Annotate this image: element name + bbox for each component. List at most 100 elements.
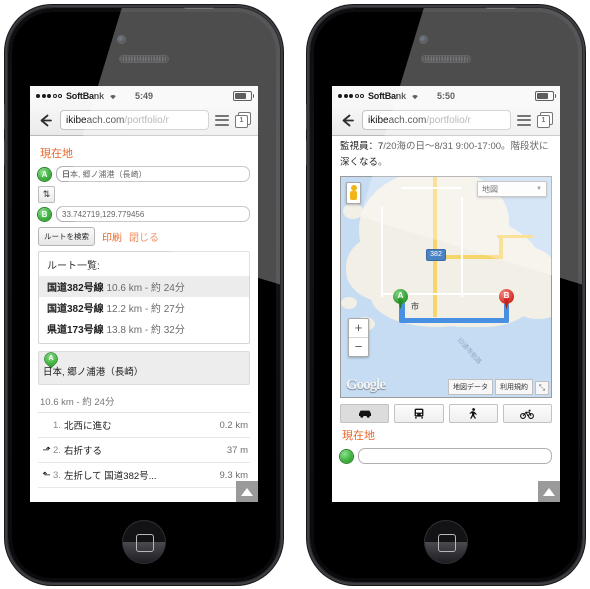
print-link[interactable]: 印刷: [102, 229, 122, 244]
browser-toolbar: ikibeach.com/portfolio/r 1: [332, 105, 560, 136]
tab-switcher-icon[interactable]: 1: [537, 112, 553, 128]
route-list-title: ルート一覧:: [47, 261, 100, 272]
route-option-2[interactable]: 国道382号線 12.2 km - 約 27分: [39, 297, 249, 318]
step-maneuver-icon: ⬑: [42, 469, 51, 481]
volume-down-button[interactable]: [4, 140, 7, 166]
screenshot-stage: SoftBank 5:49 ikibeach.com/portfolio/r 1: [0, 0, 590, 589]
route-detail: 12.2 km - 約 27分: [106, 304, 185, 315]
step-instruction: 右折する: [63, 446, 102, 457]
map-resize-handle[interactable]: ⤡: [535, 381, 549, 396]
volume-up-button[interactable]: [4, 104, 7, 130]
destination-input[interactable]: 33.742719,129.779456: [56, 206, 250, 222]
status-bar: SoftBank 5:49: [30, 86, 258, 105]
map-route-line: [399, 318, 509, 324]
power-button[interactable]: [486, 5, 516, 9]
home-button[interactable]: [424, 520, 468, 564]
google-map-embed[interactable]: 382 印通寺航路 市 A B 地図 ▼ + − Google 地図データ 利用…: [340, 176, 552, 399]
device-screen-right: SoftBank 5:50 ikibeach.com/portfolio/r 1: [332, 86, 560, 502]
status-clock: 5:50: [436, 90, 455, 101]
map-local-road: [461, 197, 463, 298]
url-bar[interactable]: ikibeach.com/portfolio/r: [60, 110, 209, 130]
route-shield-382: 382: [426, 249, 446, 262]
step-distance: 37 m: [226, 444, 248, 456]
url-path: /portfolio/r: [426, 114, 471, 126]
swap-endpoints-button[interactable]: ⇅: [38, 186, 55, 203]
volume-down-button[interactable]: [306, 140, 309, 166]
up-arrow-icon: [241, 488, 253, 496]
route-road-name: 国道382号線: [47, 304, 104, 315]
iphone-device-right: SoftBank 5:50 ikibeach.com/portfolio/r 1: [306, 5, 582, 582]
zoom-in-button[interactable]: +: [349, 319, 368, 339]
travel-mode-bicycling[interactable]: [502, 404, 552, 424]
zoom-out-button[interactable]: −: [349, 338, 368, 356]
direction-step-2[interactable]: ⬏ 2. 右折する 37 m: [38, 438, 250, 463]
menu-hamburger-icon[interactable]: [517, 114, 531, 126]
url-domain: ikibeach.com: [66, 114, 125, 126]
direction-step-3[interactable]: ⬑ 3. 左折して 国道382号... 9.3 km: [38, 463, 250, 488]
menu-hamburger-icon[interactable]: [215, 114, 229, 126]
scroll-to-top-button[interactable]: [236, 481, 258, 502]
route-road-name: 国道382号線: [47, 283, 104, 294]
tab-switcher-icon[interactable]: 1: [235, 112, 251, 128]
map-highway: [499, 235, 503, 260]
terms-link[interactable]: 利用規約: [495, 379, 533, 396]
route-option-1[interactable]: 国道382号線 10.6 km - 約 24分: [39, 276, 249, 297]
back-arrow-icon[interactable]: [37, 112, 54, 129]
origin-input[interactable]: 日本, 郷ノ浦港（長崎）: [56, 166, 250, 182]
travel-mode-walking[interactable]: [448, 404, 498, 424]
back-arrow-icon[interactable]: [339, 112, 356, 129]
transit-icon: [414, 408, 424, 419]
travel-mode-transit[interactable]: [394, 404, 444, 424]
route-road-name: 県道173号線: [47, 325, 104, 336]
map-landmass: [513, 277, 551, 320]
search-route-button[interactable]: ルートを検索: [38, 227, 95, 246]
scroll-to-top-button[interactable]: [538, 481, 560, 502]
front-camera: [420, 36, 427, 43]
home-button[interactable]: [122, 520, 166, 564]
power-button[interactable]: [184, 5, 214, 9]
origin-field-row: [332, 448, 560, 465]
walk-icon: [469, 407, 477, 419]
step-number: 2.: [53, 444, 61, 456]
tab-count-label: 1: [537, 115, 550, 128]
map-marker-b[interactable]: B: [499, 289, 514, 310]
step-number: 1.: [53, 419, 61, 431]
destination-field-row: B 33.742719,129.779456: [38, 206, 250, 222]
map-highway: [497, 235, 533, 239]
chevron-down-icon: ▼: [536, 186, 542, 193]
home-square-icon: [438, 534, 456, 552]
step-instruction: 北西に進む: [63, 421, 112, 432]
map-local-road: [381, 207, 383, 298]
step-maneuver-icon: ⬏: [42, 444, 51, 456]
volume-up-button[interactable]: [306, 104, 309, 130]
url-path: /portfolio/r: [124, 114, 169, 126]
map-marker-a[interactable]: A: [393, 289, 408, 310]
map-type-dropdown[interactable]: 地図 ▼: [477, 181, 547, 198]
close-link[interactable]: 閉じる: [129, 229, 159, 244]
battery-icon: [233, 90, 254, 101]
map-highway: [433, 177, 437, 318]
direction-step-1[interactable]: 1. 北西に進む 0.2 km: [38, 413, 250, 438]
route-summary-text: 10.6 km - 約 24分: [38, 391, 250, 413]
beach-info-paragraph: 監視員：7/20海の日〜8/31 9:00-17:00。階段状に深くなる。: [340, 141, 549, 168]
origin-address-text: 日本, 郷ノ浦港（長崎）: [43, 367, 144, 378]
action-button-row: ルートを検索 印刷 閉じる: [38, 227, 250, 246]
origin-input[interactable]: [358, 448, 552, 465]
map-zoom-controls: + −: [348, 318, 369, 358]
iphone-device-left: SoftBank 5:49 ikibeach.com/portfolio/r 1: [4, 5, 280, 582]
step-number: 3.: [53, 469, 61, 481]
step-instruction: 左折して 国道382号...: [63, 471, 157, 482]
google-logo: Google: [346, 377, 386, 394]
route-detail: 10.6 km - 約 24分: [106, 283, 185, 294]
route-option-3[interactable]: 県道173号線 13.8 km - 約 32分: [39, 318, 249, 339]
status-clock: 5:49: [134, 90, 153, 101]
web-page-content-left: 現在地 A 日本, 郷ノ浦港（長崎） ⇅ B 33.742719,129.779…: [30, 136, 258, 502]
pegman-streetview-icon[interactable]: [346, 182, 361, 205]
step-distance: 0.2 km: [219, 419, 248, 431]
travel-mode-driving[interactable]: [340, 404, 390, 424]
map-data-link[interactable]: 地図データ: [448, 379, 493, 396]
url-bar[interactable]: ikibeach.com/portfolio/r: [362, 110, 511, 130]
tab-count-label: 1: [235, 115, 248, 128]
device-screen-left: SoftBank 5:49 ikibeach.com/portfolio/r 1: [30, 86, 258, 502]
route-detail: 13.8 km - 約 32分: [106, 325, 185, 336]
